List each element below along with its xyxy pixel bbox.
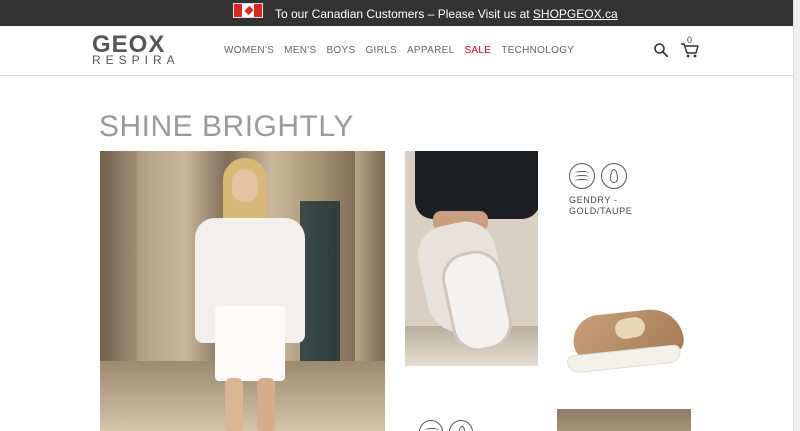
- cart-count: 0: [687, 35, 693, 45]
- promo-text: To our Canadian Customers – Please Visit…: [275, 7, 618, 21]
- nav-item-apparel[interactable]: APPAREL: [407, 45, 455, 56]
- promo-message: To our Canadian Customers – Please Visit…: [275, 7, 530, 21]
- model-figure: [195, 156, 315, 431]
- product-feature-icons: [569, 163, 627, 189]
- product-name-line1: GENDRY -: [569, 195, 618, 205]
- nav-item-technology[interactable]: TECHNOLOGY: [501, 45, 574, 56]
- leaf-icon: [449, 420, 473, 431]
- bottom-feature-icons: [419, 420, 473, 431]
- search-icon[interactable]: [654, 43, 668, 57]
- main-nav: WOMEN'S MEN'S BOYS GIRLS APPAREL SALE TE…: [224, 45, 574, 56]
- site-header: GEOX RESPIRA WOMEN'S MEN'S BOYS GIRLS AP…: [0, 26, 800, 76]
- promo-bar: To our Canadian Customers – Please Visit…: [0, 0, 800, 26]
- shoe-closeup-photo[interactable]: [405, 151, 538, 366]
- geox-logo[interactable]: GEOX RESPIRA: [92, 31, 196, 67]
- shopgeox-link[interactable]: SHOPGEOX.ca: [533, 7, 618, 21]
- scrollbar[interactable]: [793, 0, 800, 431]
- logo-tagline: RESPIRA: [92, 53, 180, 67]
- nav-item-mens[interactable]: MEN'S: [284, 45, 316, 56]
- product-image-gendry[interactable]: [565, 306, 686, 378]
- nav-item-womens[interactable]: WOMEN'S: [224, 45, 274, 56]
- lifestyle-photo[interactable]: [100, 151, 385, 431]
- product-name[interactable]: GENDRY - GOLD/TAUPE: [569, 195, 632, 217]
- product-name-line2: GOLD/TAUPE: [569, 206, 633, 216]
- canada-flag-icon: [233, 3, 263, 18]
- breathable-waves-icon: [419, 420, 443, 431]
- page-headline: SHINE BRIGHTLY: [99, 110, 354, 143]
- nav-item-sale[interactable]: SALE: [464, 45, 491, 56]
- leaf-icon: [601, 163, 627, 189]
- logo-wordmark: GEOX: [92, 31, 166, 58]
- nav-item-boys[interactable]: BOYS: [326, 45, 355, 56]
- bottom-photo-partial[interactable]: [557, 409, 691, 431]
- breathable-waves-icon: [569, 163, 595, 189]
- nav-item-girls[interactable]: GIRLS: [365, 45, 397, 56]
